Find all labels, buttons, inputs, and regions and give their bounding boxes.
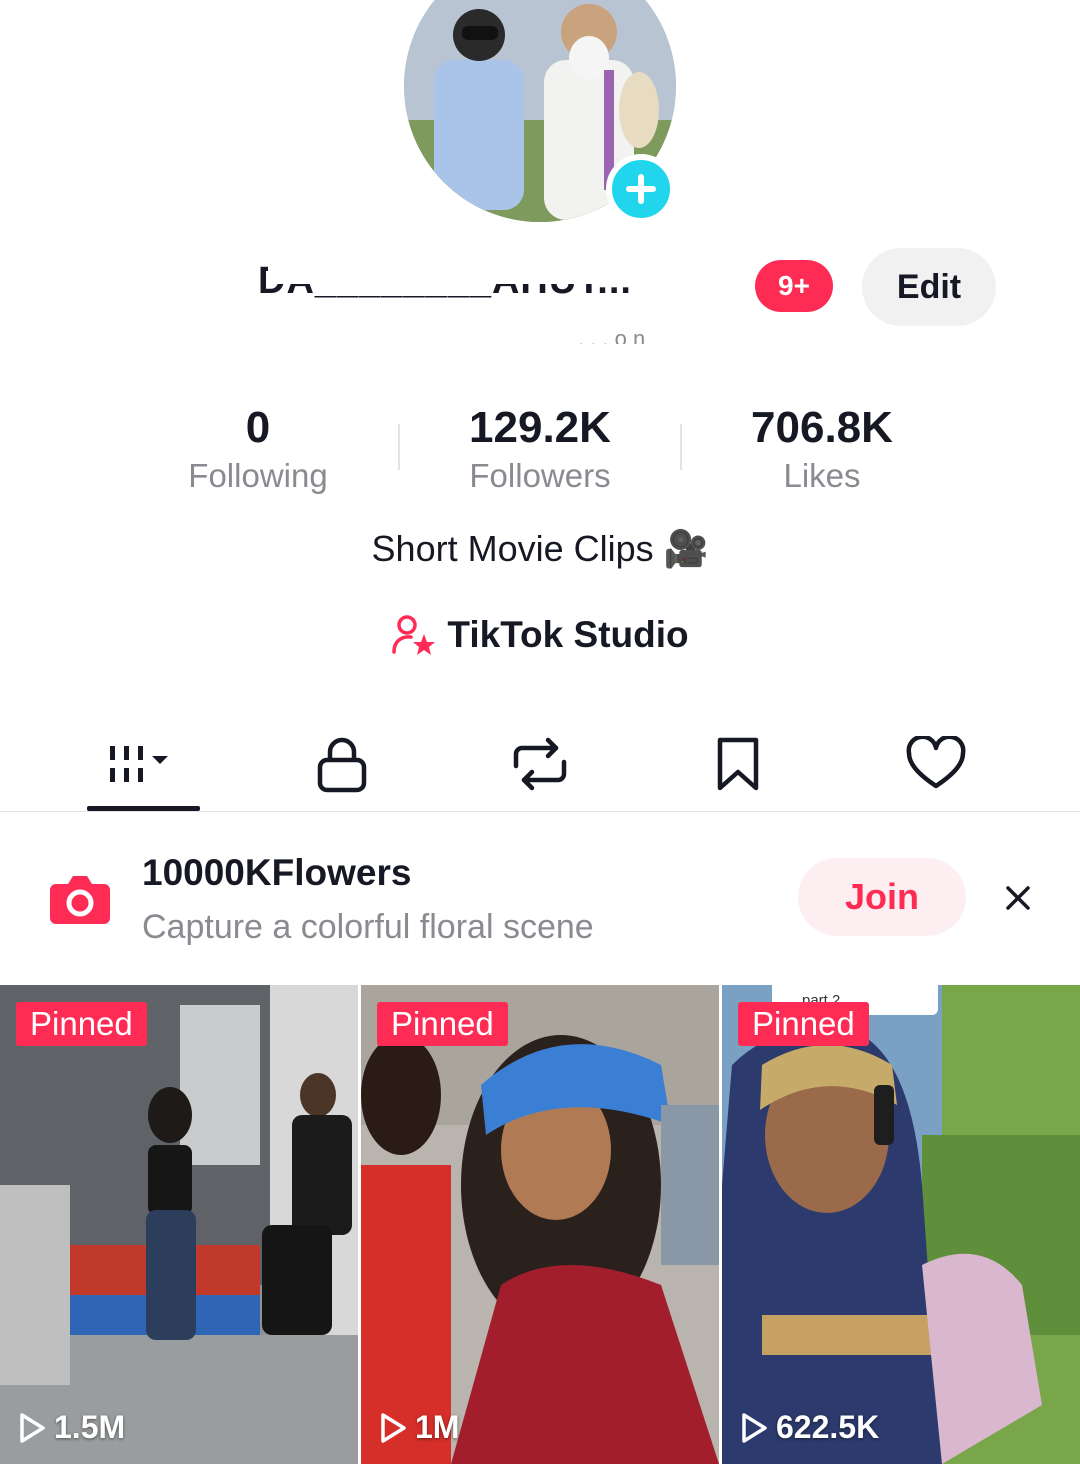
heart-icon <box>906 736 966 789</box>
pinned-badge: Pinned <box>16 1002 147 1046</box>
play-icon <box>20 1412 45 1443</box>
tab-private[interactable] <box>244 716 440 812</box>
stat-value: 706.8K <box>751 403 893 452</box>
pinned-badge: Pinned <box>738 1002 869 1046</box>
challenge-banner[interactable]: 10000KFlowers Capture a colorful floral … <box>0 840 1080 960</box>
profile-handle: . . . o n <box>578 326 646 344</box>
view-count-value: 622.5K <box>776 1409 880 1445</box>
notification-badge[interactable]: 9+ <box>755 260 833 312</box>
username-redaction <box>268 248 718 284</box>
videos-grid-icon <box>110 746 168 782</box>
repost-icon <box>513 737 567 791</box>
edit-profile-button[interactable]: Edit <box>862 248 996 326</box>
stat-followers[interactable]: 129.2K Followers <box>400 400 680 496</box>
challenge-subtitle: Capture a colorful floral scene <box>142 908 594 946</box>
close-banner-button[interactable] <box>1000 880 1036 921</box>
challenge-title: 10000KFlowers <box>142 852 412 893</box>
studio-label: TikTok Studio <box>447 614 689 655</box>
bookmark-icon <box>717 737 759 791</box>
view-count: 1.5M <box>18 1409 125 1446</box>
play-icon <box>742 1412 767 1443</box>
video-thumbnail[interactable]: Pinned 1.5M <box>0 985 358 1464</box>
tab-favorites[interactable] <box>640 716 836 812</box>
stat-value: 0 <box>245 403 271 452</box>
video-thumbnail-image <box>0 985 358 1464</box>
stat-following[interactable]: 0 Following <box>118 400 398 496</box>
stat-likes[interactable]: 706.8K Likes <box>682 400 962 496</box>
pinned-badge: Pinned <box>377 1002 508 1046</box>
view-count: 1M <box>379 1409 459 1446</box>
creator-star-icon <box>392 615 436 655</box>
close-icon <box>1006 886 1030 910</box>
video-thumbnail[interactable]: Pinned 1M <box>361 985 719 1464</box>
lock-icon <box>317 737 367 793</box>
video-thumbnail-image <box>361 985 719 1464</box>
stat-label: Following <box>188 457 328 494</box>
view-count-value: 1M <box>415 1409 460 1445</box>
stat-label: Likes <box>783 457 861 494</box>
view-count-value: 1.5M <box>54 1409 126 1445</box>
video-thumbnail[interactable]: part 2 Pinned 622.5K <box>722 985 1080 1464</box>
play-icon <box>381 1412 406 1443</box>
profile-stats: 0 Following 129.2K Followers 706.8K Like… <box>0 400 1080 500</box>
active-tab-indicator <box>87 806 200 811</box>
tiktok-studio-link[interactable]: TikTok Studio <box>0 614 1080 656</box>
profile-bio: Short Movie Clips 🎥 <box>371 528 709 569</box>
tab-liked[interactable] <box>838 716 1034 812</box>
profile-avatar-wrap <box>404 0 676 224</box>
video-grid: Pinned 1.5M Pinned 1M part 2 Pinned 622.… <box>0 985 1080 1464</box>
video-thumbnail-image <box>722 985 1080 1464</box>
join-button[interactable]: Join <box>798 858 966 936</box>
tab-videos[interactable] <box>46 716 242 812</box>
camera-icon <box>48 870 112 931</box>
stat-value: 129.2K <box>469 403 611 452</box>
add-avatar-button[interactable] <box>606 154 676 224</box>
stat-label: Followers <box>469 457 611 494</box>
profile-name-row: DA________AHUT... 9+ Edit <box>0 248 1080 328</box>
view-count: 622.5K <box>740 1409 879 1446</box>
tab-reposts[interactable] <box>442 716 638 812</box>
plus-icon <box>626 174 656 204</box>
profile-tabs <box>0 716 1080 812</box>
